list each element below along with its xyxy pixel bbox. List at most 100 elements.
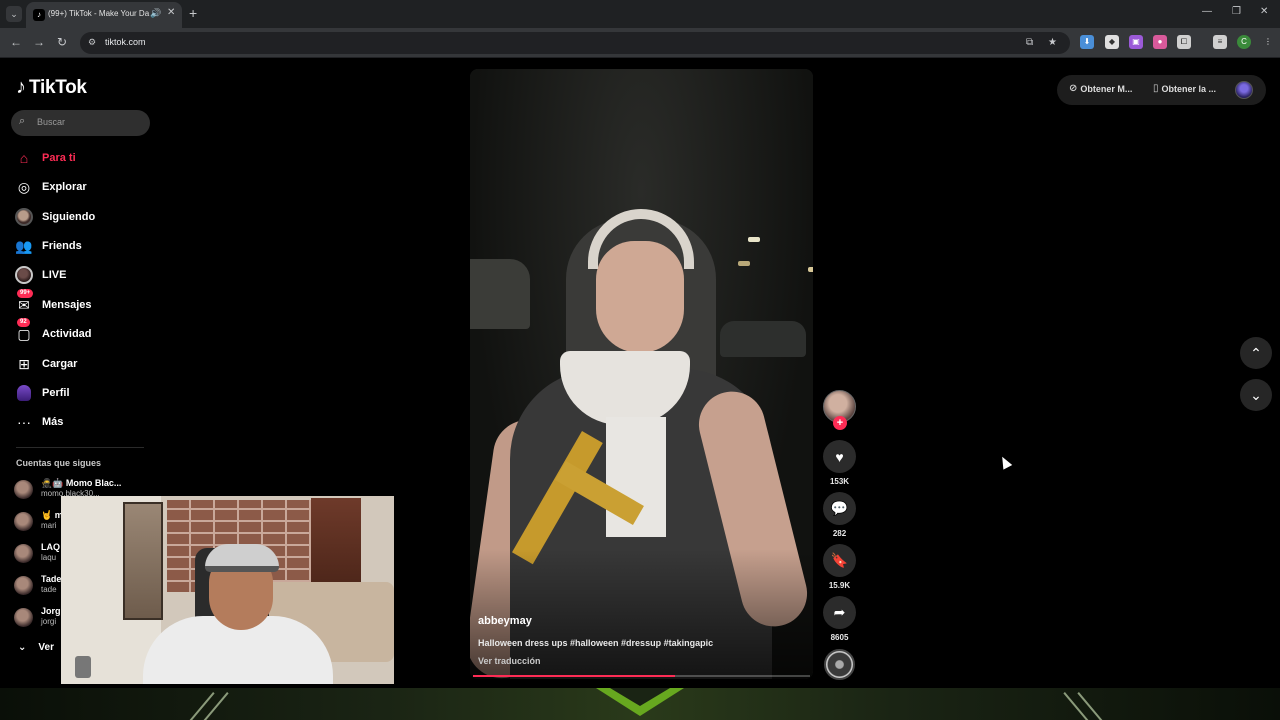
messages-badge: 99+ [17,289,34,298]
see-more-label: Ver [38,642,54,653]
cast-icon[interactable]: ⧉ [1026,37,1033,48]
account-username: laqu [41,553,57,562]
account-name: LAQ [41,542,60,552]
window-close-icon[interactable]: ✕ [1260,6,1268,17]
chevron-down-icon: ⌄ [18,642,27,653]
sidebar-item-actividad[interactable]: ▢ 92 Actividad [14,318,154,345]
follow-plus-icon[interactable]: + [833,416,847,430]
phone-icon: ▯ [1153,83,1159,94]
video-username[interactable]: abbeymay [478,615,532,627]
search-placeholder: Buscar [37,117,66,127]
sidebar-item-live[interactable]: LIVE [14,264,154,286]
video-caption[interactable]: Halloween dress ups #halloween #dressup … [478,638,713,648]
sidebar-item-label: Cargar [42,358,78,370]
comment-button[interactable]: 💬 [823,492,856,525]
profile-icon [14,383,34,403]
sidebar-item-label: Para ti [42,152,76,164]
share-count: 8605 [830,633,849,642]
friends-icon: 👥 [15,237,33,254]
tiktok-note-icon: ♪ [16,76,26,98]
sidebar-item-label: LIVE [42,269,67,281]
browser-tab[interactable]: ♪ (99+) TikTok - Make Your Da 🔊 ✕ [26,2,182,28]
sidebar-item-perfil[interactable]: Perfil [14,382,154,404]
back-icon[interactable]: ← [10,35,22,49]
sidebar-item-explorar[interactable]: ◎ Explorar [14,176,154,198]
upload-icon: ⊞ [18,355,30,372]
extension-purple-icon[interactable]: ▣ [1129,35,1143,49]
see-more-button[interactable]: ⌄ Ver [18,642,54,653]
video-progress-bar[interactable] [473,675,810,677]
translate-link[interactable]: Ver traducción [478,656,541,666]
following-accounts-title: Cuentas que sigues [16,458,102,468]
download-app-button[interactable]: ▯ Obtener la ... [1153,83,1216,94]
avatar [14,608,33,627]
coin-icon: ⊘ [1069,83,1078,94]
messages-icon: ✉ 99+ [14,289,34,315]
sidebar-item-label: Friends [42,240,82,252]
like-count: 153K [829,477,850,486]
mouse-cursor-icon [997,454,1013,470]
reload-icon[interactable]: ↻ [57,35,67,49]
extensions-puzzle-icon[interactable]: ⧠ [1177,35,1191,49]
video-progress-fill [473,675,676,677]
sidebar-item-mensajes[interactable]: ✉ 99+ Mensajes [14,289,154,316]
previous-video-button[interactable]: ⌃ [1240,337,1272,369]
like-button[interactable]: ♥ [823,440,856,473]
account-username: jorgi [41,617,57,626]
avatar [14,576,33,595]
sidebar-item-label: Siguiendo [42,211,96,223]
get-app-button[interactable]: ⊘ Obtener M... [1069,83,1132,94]
video-player[interactable]: abbeymay Halloween dress ups #halloween … [470,69,813,679]
restore-icon[interactable]: ❐ [1232,6,1241,17]
top-actions-bar: ⊘ Obtener M... ▯ Obtener la ... [1057,75,1266,105]
site-info-icon[interactable]: ⚙ [88,37,96,48]
sidebar-item-mas[interactable]: ··· Más [14,411,154,433]
tab-title: (99+) TikTok - Make Your Da [48,9,150,18]
activity-icon: ▢ 92 [17,318,31,342]
sidebar-item-siguiendo[interactable]: Siguiendo [14,206,154,228]
new-tab-icon[interactable]: + [189,5,197,21]
get-app-label: Obtener M... [1080,83,1133,94]
sidebar-item-cargar[interactable]: ⊞ Cargar [14,353,154,375]
save-button[interactable]: 🔖 [823,544,856,577]
sidebar-item-label: Más [42,416,64,428]
account-username: tade [41,585,57,594]
forward-icon[interactable]: → [33,35,45,49]
tab-audio-icon[interactable]: 🔊 [150,8,161,19]
sidebar-item-label: Perfil [42,387,70,399]
search-input[interactable]: ⌕ Buscar [11,110,150,136]
tab-search-icon[interactable]: ⌄ [6,6,22,22]
browser-menu-icon[interactable]: ⋮ [1261,35,1275,49]
profile-avatar-icon[interactable]: C [1237,35,1251,49]
share-icon: ➦ [833,604,846,620]
browser-toolbar: ← → ↻ ⚙ tiktok.com ⧉ ★ ⬇ ◆ ▣ ● ⧠ ≡ C ⋮ [0,28,1280,58]
chevron-up-icon: ⌃ [1250,344,1262,361]
account-username: mari [41,521,57,530]
extension-pink-icon[interactable]: ● [1153,35,1167,49]
extension-diamond-icon[interactable]: ◆ [1105,35,1119,49]
tiktok-logo[interactable]: ♪ TikTok [16,76,87,99]
url-text: tiktok.com [105,37,146,47]
heart-icon: ♥ [835,448,844,465]
next-video-button[interactable]: ⌄ [1240,379,1272,411]
user-avatar[interactable] [1235,81,1253,99]
minimize-icon[interactable]: — [1202,6,1212,17]
tab-close-icon[interactable]: ✕ [167,7,175,18]
bookmark-star-icon[interactable]: ★ [1048,37,1057,48]
share-button[interactable]: ➦ [823,596,856,629]
sidebar-item-friends[interactable]: 👥 Friends [14,235,154,257]
extension-download-icon[interactable]: ⬇ [1080,35,1094,49]
music-disc-icon[interactable] [824,649,855,680]
sidebar-divider [16,447,144,448]
avatar [14,544,33,563]
avatar [14,512,33,531]
sidebar-item-para-ti[interactable]: ⌂ Para ti [14,147,154,169]
decorative-bottom-band [0,688,1280,720]
logo-text: TikTok [29,76,87,98]
save-count: 15.9K [828,581,851,590]
webcam-overlay [61,496,394,684]
address-bar[interactable]: ⚙ tiktok.com ⧉ ★ [80,32,1070,54]
sidebar-item-label: Actividad [42,328,92,340]
reading-list-icon[interactable]: ≡ [1213,35,1227,49]
account-name: 🤘 m [41,510,63,520]
